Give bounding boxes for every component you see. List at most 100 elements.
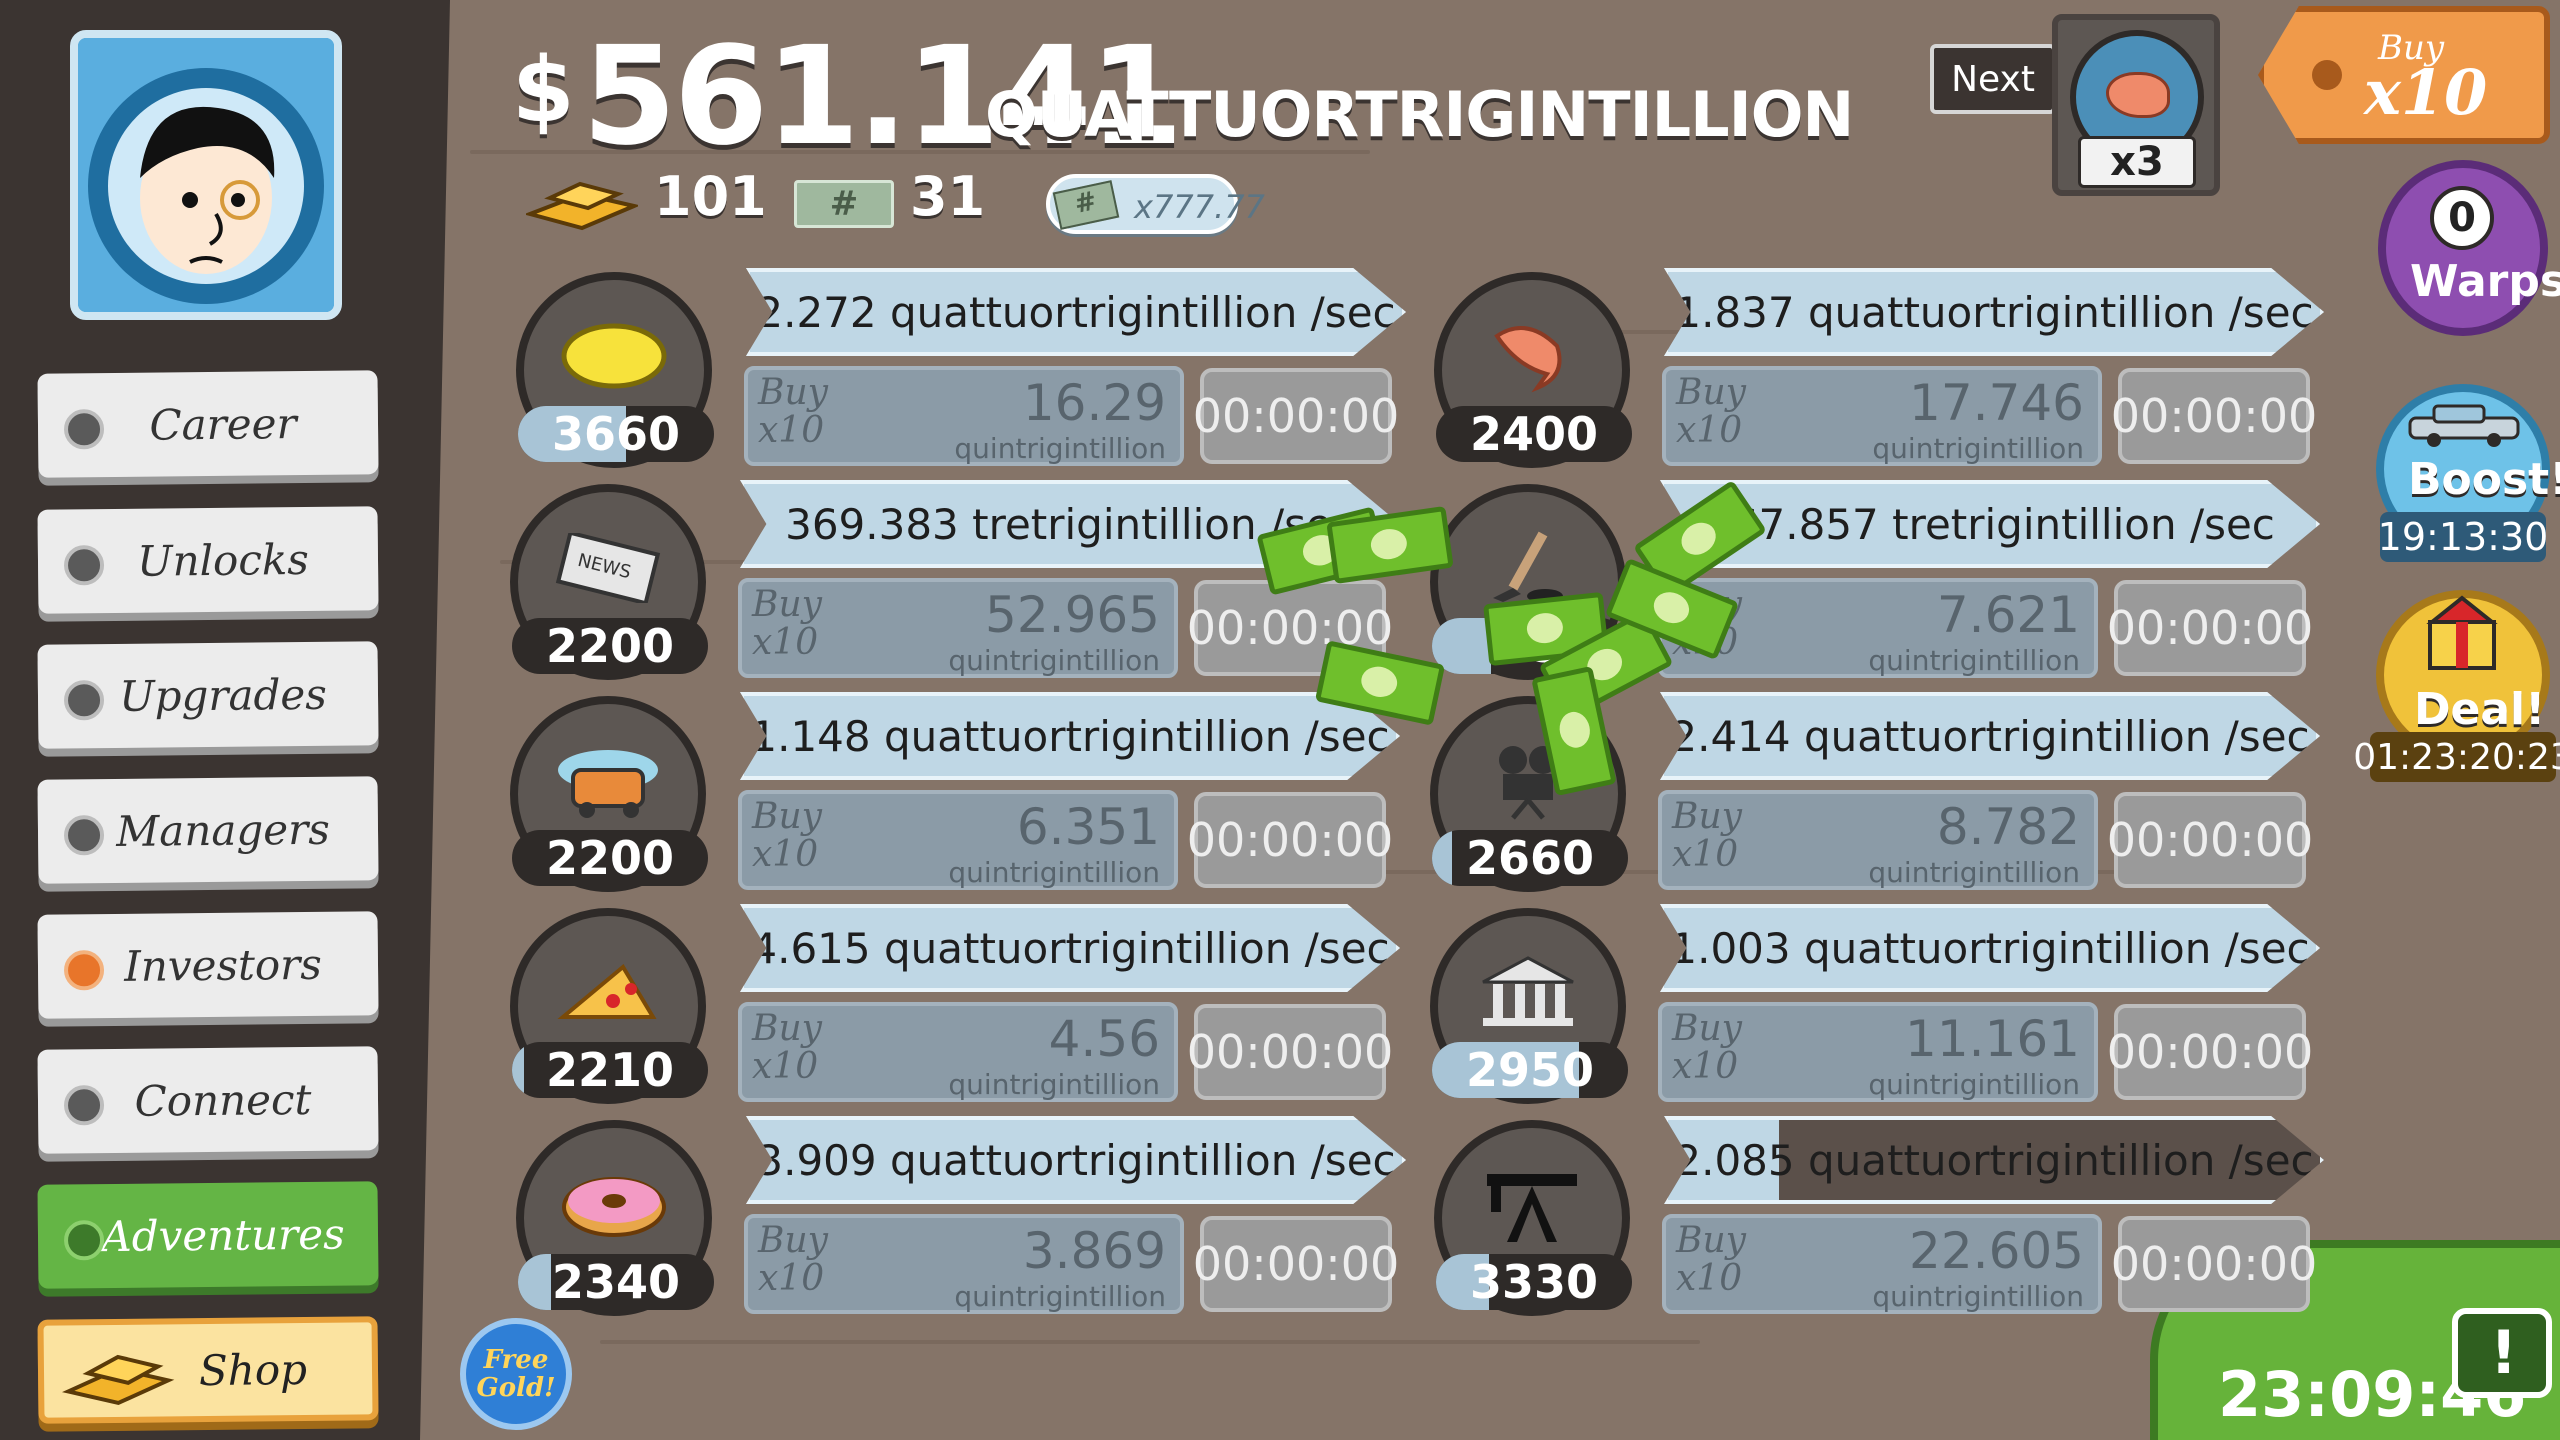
nav-connect-button[interactable]: Connect xyxy=(37,1046,379,1154)
venture-timer: 00:00:00 xyxy=(1193,1216,1399,1312)
megabucks-icon: # xyxy=(794,180,894,228)
boost-label: Boost! xyxy=(2408,454,2560,505)
tv-alert-icon[interactable]: ! xyxy=(2452,1308,2552,1398)
buy-multiplier-button[interactable]: Buy x10 xyxy=(2258,6,2550,144)
venture-buy-button[interactable]: Buy x10 8.782 quintrigintillion xyxy=(1658,790,2098,890)
nav-shop-button[interactable]: Shop xyxy=(37,1316,379,1424)
venture-timer: 00:00:00 xyxy=(2107,580,2313,676)
buy-cost-unit: quintrigintillion xyxy=(1868,1068,2080,1101)
multiplier-ticket-button[interactable]: # x777.77 xyxy=(1046,174,1265,234)
buy-cost-unit: quintrigintillion xyxy=(1872,1280,2084,1313)
notification-dot-active-icon xyxy=(63,950,105,991)
notification-dot-icon xyxy=(63,409,105,450)
venture-row[interactable]: 3660 2.272 quattuortrigintillion /sec Bu… xyxy=(516,268,1416,468)
venture-row[interactable]: 3330 2.085 quattuortrigintillion /sec Bu… xyxy=(1434,1116,2334,1316)
lemon-icon xyxy=(561,323,667,389)
venture-rate-bar: 2.272 quattuortrigintillion /sec xyxy=(746,268,1406,356)
nav-upgrades-label: Upgrades xyxy=(118,669,328,721)
newspaper-icon: NEWS xyxy=(555,533,661,603)
venture-buy-button[interactable]: Buy x10 11.161 quintrigintillion xyxy=(1658,1002,2098,1102)
deal-label: Deal! xyxy=(2414,684,2546,735)
venture-rate-bar: 2.414 quattuortrigintillion /sec xyxy=(1660,692,2320,780)
nav-unlocks-label: Unlocks xyxy=(136,534,310,586)
buy-label: Buyx10 xyxy=(752,584,822,663)
nav-upgrades-button[interactable]: Upgrades xyxy=(37,641,379,749)
buy-cost: 17.746 xyxy=(1909,374,2084,432)
venture-buy-button[interactable]: Buy x10 52.965 quintrigintillion xyxy=(738,578,1178,678)
buy-cost: 6.351 xyxy=(1016,798,1160,856)
notification-dot-icon xyxy=(63,545,105,586)
free-gold-button[interactable]: Free Gold! xyxy=(460,1318,572,1430)
venture-timer: 00:00:00 xyxy=(1187,1004,1393,1100)
venture-buy-button[interactable]: Buy x10 22.605 quintrigintillion xyxy=(1662,1214,2102,1314)
venture-buy-button[interactable]: Buy x10 4.56 quintrigintillion xyxy=(738,1002,1178,1102)
money-unit: QUATTUORTRIGINTILLION xyxy=(985,78,1854,151)
venture-rate-bar: 3.909 quattuortrigintillion /sec xyxy=(746,1116,1406,1204)
nav-adventures-label: Adventures xyxy=(101,1209,345,1261)
venture-row[interactable]: 2200 1.148 quattuortrigintillion /sec Bu… xyxy=(510,692,1410,892)
boost-timer: 19:13:30 xyxy=(2377,515,2549,559)
nav-adventures-button[interactable]: Adventures xyxy=(37,1181,379,1289)
buy-cost-unit: quintrigintillion xyxy=(954,432,1166,465)
buy-label: Buyx10 xyxy=(752,796,822,875)
gift-box-icon xyxy=(2426,595,2498,670)
buy-label: Buyx10 xyxy=(758,372,828,451)
venture-row[interactable]: 2950 1.003 quattuortrigintillion /sec Bu… xyxy=(1430,904,2330,1104)
nav-connect-label: Connect xyxy=(134,1074,312,1126)
venture-timer: 00:00:00 xyxy=(2111,368,2317,464)
buy-cost: 8.782 xyxy=(1936,798,2080,856)
nav-career-label: Career xyxy=(149,398,297,450)
venture-rate-label: 2.085 quattuortrigintillion /sec xyxy=(1674,1135,2314,1185)
venture-rate-label: 1.003 quattuortrigintillion /sec xyxy=(1670,923,2310,973)
nav-shop-label: Shop xyxy=(198,1344,308,1395)
astronaut-avatar-icon xyxy=(78,38,334,312)
buy-label: Buyx10 xyxy=(758,1220,828,1299)
oil-rig-icon xyxy=(1487,1174,1577,1242)
venture-rate-bar: 1.003 quattuortrigintillion /sec xyxy=(1660,904,2320,992)
nav-unlocks-button[interactable]: Unlocks xyxy=(37,506,379,614)
warps-label: Warps xyxy=(2410,256,2560,307)
notification-dot-icon xyxy=(63,815,105,856)
buy-multiplier-amount: x10 xyxy=(2364,56,2488,129)
venture-rate-label: 867.857 tretrigintillion /sec xyxy=(1705,499,2275,549)
pizza-icon xyxy=(557,963,657,1019)
buy-cost-unit: quintrigintillion xyxy=(1868,856,2080,889)
player-avatar[interactable] xyxy=(70,30,342,320)
venture-rate-label: 4.615 quattuortrigintillion /sec xyxy=(750,923,1390,973)
nav-career-button[interactable]: Career xyxy=(37,370,379,478)
venture-row[interactable]: 2340 3.909 quattuortrigintillion /sec Bu… xyxy=(516,1116,1416,1316)
warps-button[interactable]: 0 Warps xyxy=(2378,160,2560,336)
venture-buy-button[interactable]: Buy x10 16.29 quintrigintillion xyxy=(744,366,1184,466)
megabucks-icon: # xyxy=(1052,180,1120,230)
buy-cost-unit: quintrigintillion xyxy=(948,1068,1160,1101)
venture-count: 3330 xyxy=(1436,1254,1632,1310)
next-unlock-card[interactable]: x3 xyxy=(2052,14,2220,196)
venture-count: 2660 xyxy=(1432,830,1628,886)
nav-investors-button[interactable]: Investors xyxy=(37,911,379,1019)
donut-icon xyxy=(562,1177,666,1237)
buy-cost: 3.869 xyxy=(1022,1222,1166,1280)
gold-count: 101 xyxy=(654,165,767,228)
venture-timer: 00:00:00 xyxy=(2107,792,2313,888)
venture-row[interactable]: 2400 1.837 quattuortrigintillion /sec Bu… xyxy=(1434,268,2334,468)
venture-timer: 00:00:00 xyxy=(1193,368,1399,464)
venture-count: 2200 xyxy=(512,830,708,886)
venture-timer: 00:00:00 xyxy=(2107,1004,2313,1100)
nav-managers-button[interactable]: Managers xyxy=(37,776,379,884)
venture-rate-label: 2.414 quattuortrigintillion /sec xyxy=(1670,711,2310,761)
next-label: Next xyxy=(1951,58,2035,100)
venture-rate-label: 1.148 quattuortrigintillion /sec xyxy=(750,711,1390,761)
next-unlock-label-box: Next xyxy=(1930,44,2056,114)
venture-buy-button[interactable]: Buy x10 6.351 quintrigintillion xyxy=(738,790,1178,890)
bank-icon xyxy=(1482,956,1574,1026)
venture-count: 2200 xyxy=(512,618,708,674)
venture-buy-button[interactable]: Buy x10 3.869 quintrigintillion xyxy=(744,1214,1184,1314)
venture-buy-button[interactable]: Buy x10 17.746 quintrigintillion xyxy=(1662,366,2102,466)
venture-rate-bar: 4.615 quattuortrigintillion /sec xyxy=(740,904,1400,992)
venture-row[interactable]: 2210 4.615 quattuortrigintillion /sec Bu… xyxy=(510,904,1410,1104)
notification-dot-icon xyxy=(63,680,105,721)
notification-dot-icon xyxy=(63,1085,105,1126)
buy-cost: 22.605 xyxy=(1909,1222,2084,1280)
venture-rate-bar: 1.148 quattuortrigintillion /sec xyxy=(740,692,1400,780)
buy-cost: 7.621 xyxy=(1936,586,2080,644)
